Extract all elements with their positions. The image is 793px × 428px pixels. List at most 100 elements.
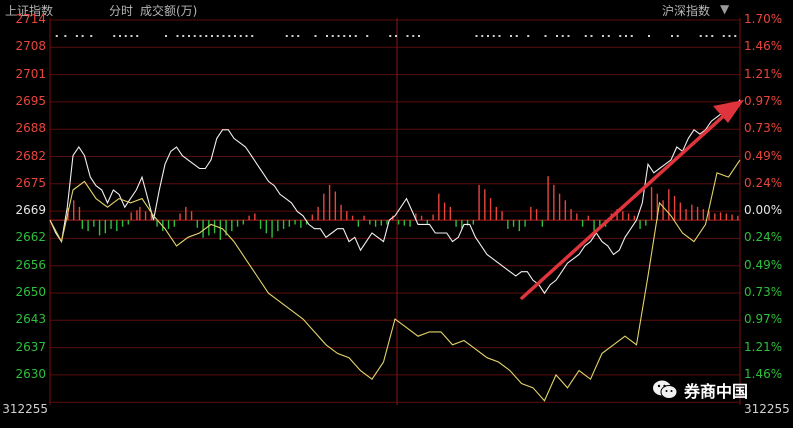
volume-bar-down [426,220,429,225]
volume-bar-up [553,184,555,221]
volume-bar-down [121,220,124,227]
y-tick-right: 0.00% [744,203,783,218]
tick-dot [544,35,547,37]
volume-bar-up [323,193,325,221]
tick-dot [728,35,731,37]
y-tick-left: 2682 [15,148,46,163]
tick-dot [228,35,231,37]
tick-dot [590,35,593,37]
tick-dot [251,35,254,37]
volume-bar-up [691,204,693,221]
volume-bar-down [242,220,245,225]
volume-bar-down [196,220,199,228]
y-tick-left: 2714 [15,12,46,26]
y-tick-right: 0.24% [744,230,783,245]
volume-bar-down [507,220,509,229]
tick-dot [602,35,604,37]
volume-bar-down [265,220,268,234]
y-tick-left: 2650 [15,285,46,299]
tick-dot [130,35,133,37]
tick-dot [285,35,288,37]
header-right-index: 沪深指数 [662,4,711,18]
volume-bar-up [144,211,147,221]
volume-bar-down [369,220,371,225]
volume-bar-down [271,220,273,238]
tick-dot [498,35,501,37]
volume-bar-up [449,206,452,221]
tick-dot [711,35,714,37]
volume-bar-up [696,206,699,221]
tick-dot [699,35,702,37]
tick-dot [113,35,116,37]
tick-dot [510,35,512,37]
volume-bar-down [300,220,302,228]
volume-bar-down [645,220,647,226]
volume-bar-down [93,220,95,227]
tick-dot [487,35,489,37]
volume-bar-up [484,189,486,221]
volume-bar-up [73,200,75,221]
volume-bar-up [501,211,503,221]
volume-bar-up [78,206,81,221]
y-tick-left: 2637 [15,339,46,354]
volume-bar-down [581,220,584,227]
header-scroll-arrow-icon[interactable]: ▼ [720,2,729,16]
volume-bar-up [662,200,664,221]
volume-bar-down [472,220,475,225]
tick-dot [193,35,196,37]
volume-bar-down [167,220,170,229]
y-tick-right: 1.21% [744,66,783,81]
tick-dot [556,35,558,37]
volume-bar-down [409,220,411,227]
y-tick-right: 1.46% [744,39,783,54]
volume-bar-up [420,215,423,221]
y-tick-right: 0.73% [744,121,783,136]
tick-dot [136,35,139,37]
tick-dot [406,35,409,37]
volume-bar-up [443,202,446,221]
y-tick-left: 2708 [15,39,46,54]
volume-bar-up [587,215,590,221]
tick-dot [297,35,300,37]
tick-dot [475,35,478,37]
tick-dot [676,35,679,37]
volume-bar-up [530,206,532,221]
y-tick-left: 2688 [15,121,46,136]
tick-dot [124,35,127,37]
tick-dot [527,35,530,37]
volume-bar-up [633,215,636,221]
volume-bar-down [110,220,112,229]
volume-bar-up [725,213,728,221]
volume-bar-down [104,220,107,234]
tick-dot [366,35,369,37]
volume-bar-up [495,206,498,221]
volume-bar-down [357,220,360,227]
volume-bar-up [179,213,181,221]
tick-dot [291,35,294,37]
volume-bar-down [127,220,130,225]
volume-bar-down [87,220,89,232]
volume-bar-up [130,212,132,221]
volume-bar-up [650,187,653,221]
tick-dot [722,35,725,37]
tick-dot [337,35,340,37]
volume-bar-up [136,210,138,221]
y-tick-left: 2701 [15,66,46,81]
tick-dot [349,35,351,37]
volume-bar-down [116,220,118,232]
tick-dot [90,35,93,37]
volume-bar-up [351,215,354,221]
volume-bar-down [374,220,377,227]
volume-bar-up [668,189,670,221]
volume-bar-down [380,220,383,226]
y-tick-right: 0.49% [744,257,783,272]
tick-dot [395,35,397,37]
y-tick-right: 0.97% [744,93,783,108]
volume-bar-up [340,204,342,221]
tick-dot [216,35,219,37]
y-tick-left: 2675 [15,175,46,190]
volume-bar-up [489,198,492,221]
volume-bar-up [558,193,561,221]
volume-bar-up [627,213,630,221]
tick-dot [165,35,167,37]
